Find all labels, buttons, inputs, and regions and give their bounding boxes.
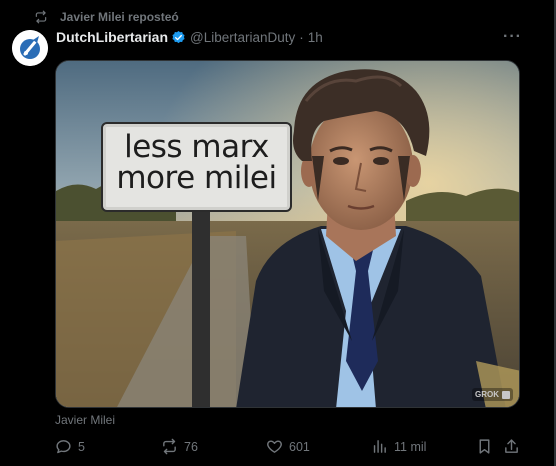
repost-count: 76 <box>184 439 198 454</box>
photo-scene <box>56 61 519 407</box>
image-caption[interactable]: Javier Milei <box>55 413 115 427</box>
reply-button[interactable]: 5 <box>55 438 85 455</box>
views-button[interactable]: 11 mil <box>371 438 426 455</box>
sign-line-1: less marx <box>124 129 269 165</box>
avatar[interactable] <box>12 30 48 66</box>
separator-dot: · <box>299 29 304 45</box>
grok-badge: GROK <box>472 388 513 401</box>
share-button[interactable] <box>503 438 520 455</box>
repost-icon <box>34 10 48 24</box>
sign-line-2: more milei <box>116 160 277 196</box>
verified-badge-icon[interactable] <box>171 30 186 45</box>
more-options-button[interactable]: ··· <box>503 28 522 46</box>
repost-header[interactable]: Javier Milei reposteó <box>34 10 179 24</box>
repost-action-icon <box>161 438 178 455</box>
post-timestamp[interactable]: 1h <box>308 30 323 45</box>
action-bar: 5 76 601 11 mil <box>0 438 556 458</box>
like-button[interactable]: 601 <box>266 438 310 455</box>
share-icon <box>503 438 520 455</box>
repost-text[interactable]: Javier Milei reposteó <box>60 10 179 24</box>
road-sign: less marx more milei <box>101 122 292 212</box>
repost-button[interactable]: 76 <box>161 438 198 455</box>
post-image[interactable]: less marx more milei GROK <box>55 60 520 408</box>
bar-chart-icon <box>371 438 388 455</box>
heart-icon <box>266 438 283 455</box>
view-count: 11 mil <box>394 439 427 454</box>
like-count: 601 <box>289 439 310 454</box>
grok-badge-icon <box>502 390 510 399</box>
author-line: DutchLibertarian @LibertarianDuty · 1h <box>56 29 323 45</box>
reply-icon <box>55 438 72 455</box>
grok-badge-label: GROK <box>475 390 499 399</box>
bookmark-button[interactable] <box>476 438 493 455</box>
reply-count: 5 <box>78 439 85 454</box>
post-frame: Javier Milei reposteó DutchLibertarian @… <box>0 0 556 466</box>
display-name[interactable]: DutchLibertarian <box>56 29 168 45</box>
bookmark-icon <box>476 438 493 455</box>
avatar-logo-icon <box>12 30 48 66</box>
author-handle[interactable]: @LibertarianDuty <box>190 30 295 45</box>
